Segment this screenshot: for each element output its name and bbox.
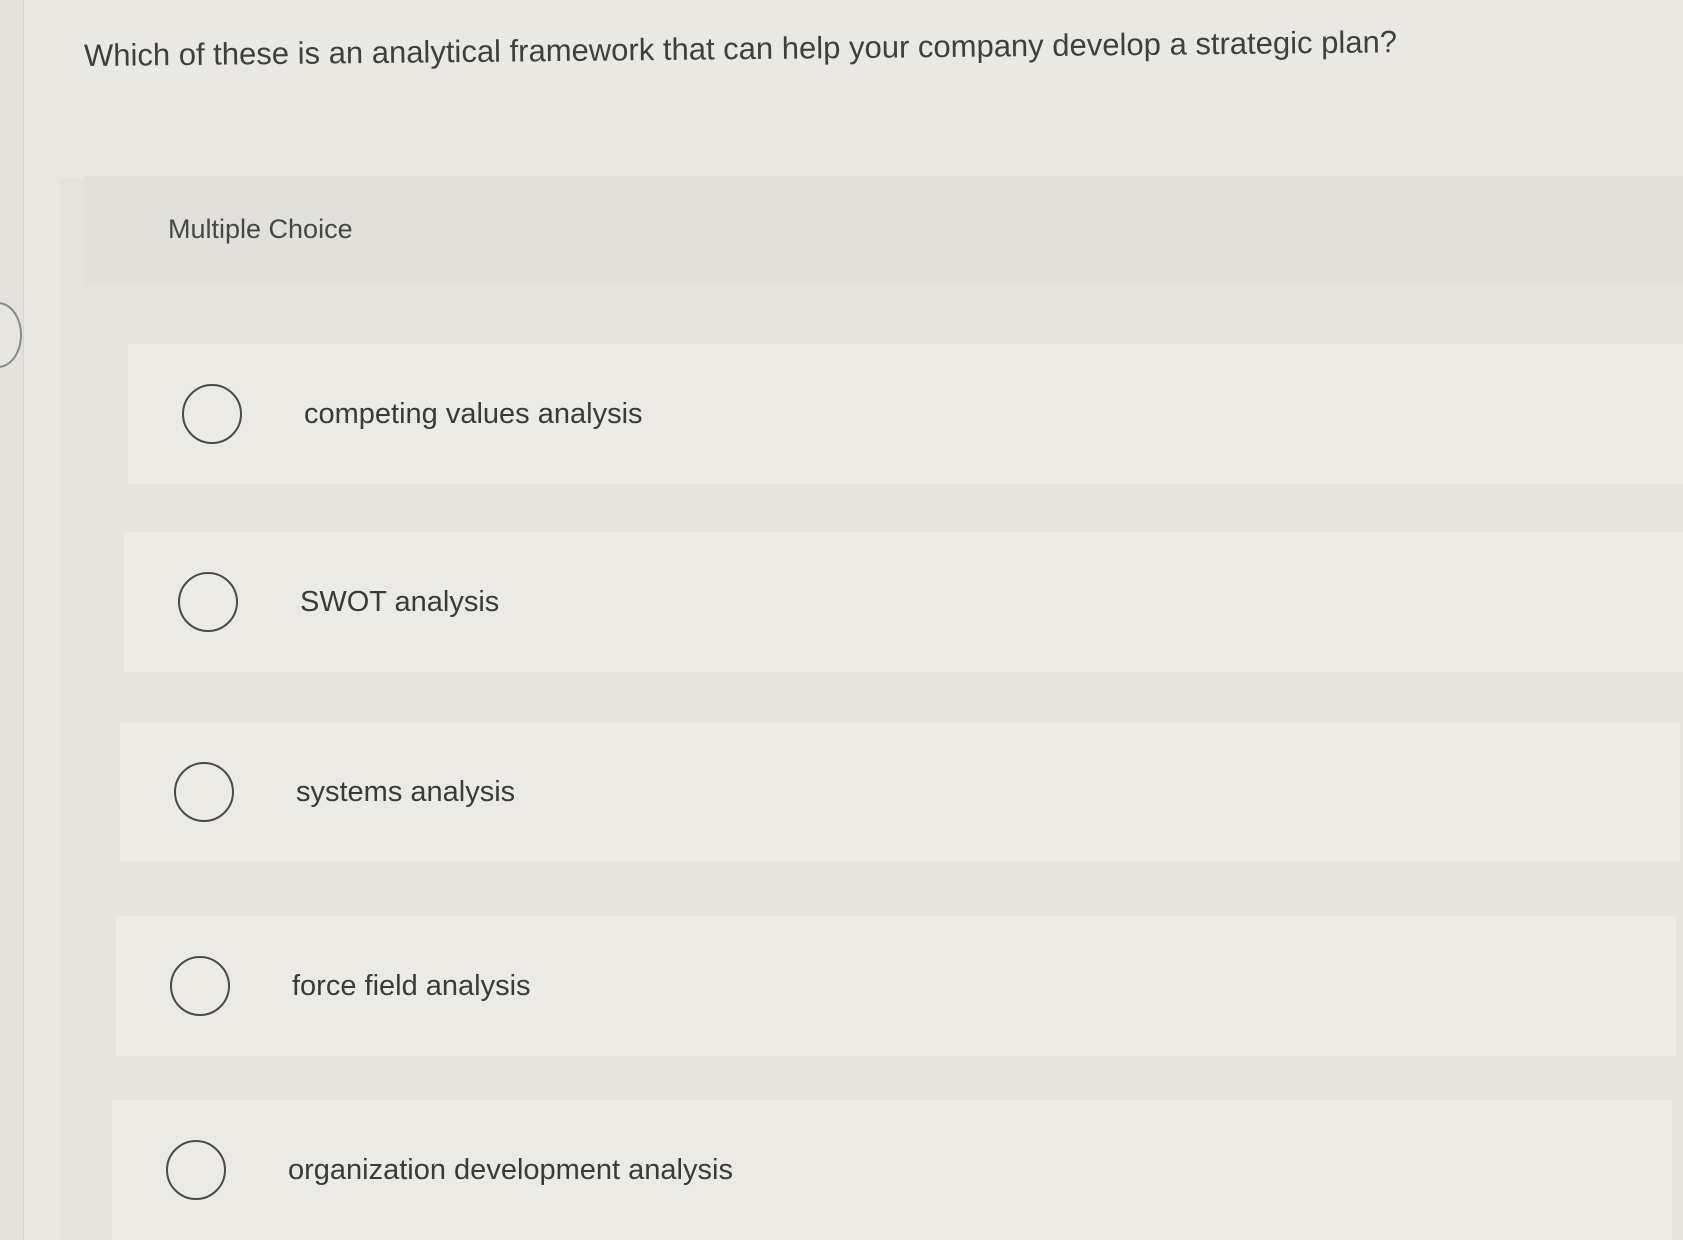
answer-option-label: organization development analysis — [288, 1153, 733, 1186]
question-text: Which of these is an analytical framewor… — [83, 24, 1398, 73]
answer-option-label: competing values analysis — [304, 397, 643, 430]
answer-option[interactable]: systems analysis — [120, 722, 1680, 862]
left-sidebar-edge — [0, 0, 24, 1240]
answer-option[interactable]: SWOT analysis — [124, 532, 1683, 672]
radio-button-icon[interactable] — [170, 956, 230, 1016]
answer-option[interactable]: organization development analysis — [112, 1100, 1672, 1240]
radio-button-icon[interactable] — [166, 1140, 226, 1200]
question-type-label: Multiple Choice — [168, 214, 353, 244]
answer-option-label: force field analysis — [292, 969, 531, 1002]
radio-button-icon[interactable] — [174, 762, 234, 822]
radio-button-icon[interactable] — [182, 384, 242, 444]
answer-option-label: systems analysis — [296, 775, 516, 808]
answer-option[interactable]: force field analysis — [116, 916, 1676, 1056]
answer-panel — [60, 178, 1683, 1240]
answer-option[interactable]: competing values analysis — [128, 344, 1683, 484]
radio-button-icon[interactable] — [178, 572, 238, 632]
answer-option-label: SWOT analysis — [300, 585, 500, 618]
